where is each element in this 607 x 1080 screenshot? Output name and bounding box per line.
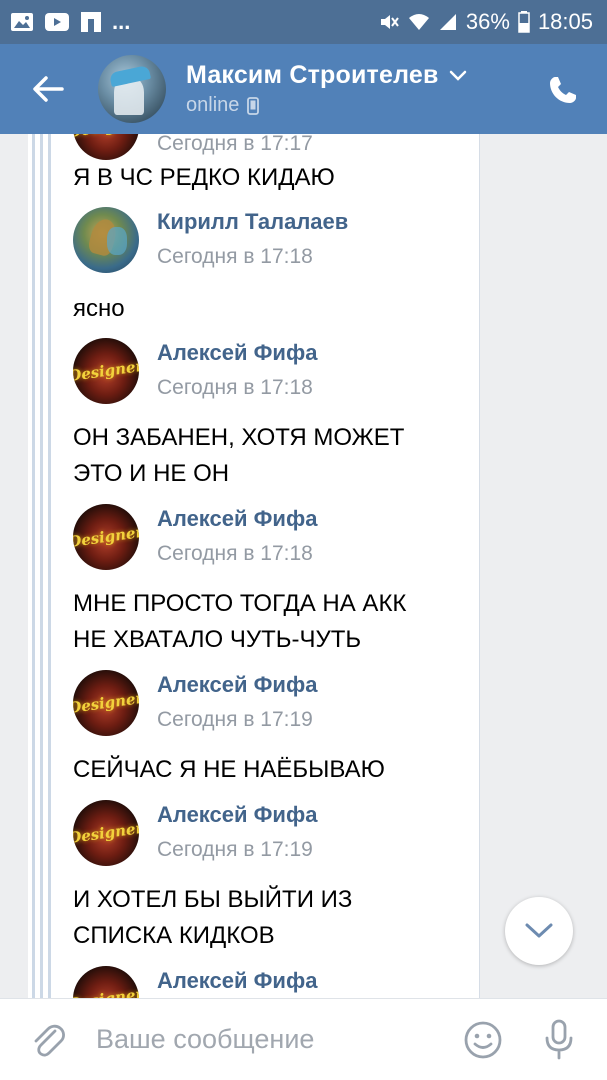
message-header: Кирилл Талалаев Сегодня в 17:18 (73, 207, 473, 277)
message-line: МНЕ ПРОСТО ТОГДА НА АКК (73, 590, 407, 617)
chevron-down-icon (525, 923, 553, 938)
mobile-icon (247, 96, 260, 115)
message-header: Designer Алексей Фифа Сегодня в 17:19 (73, 670, 473, 740)
message-text: И ХОТЕЛ БЫ ВЫЙТИ ИЗ СПИСКА КИДКОВ (73, 882, 463, 954)
message-header: Designer Алексей Фифа Сегодня в 17:18 (73, 504, 473, 574)
voice-message-button[interactable] (537, 1018, 581, 1062)
message-composer (0, 998, 607, 1080)
message-input[interactable] (96, 1024, 461, 1055)
microphone-icon (545, 1019, 573, 1059)
contact-name[interactable]: Максим Строителев (186, 61, 439, 90)
phone-icon (550, 77, 576, 103)
sender-avatar[interactable]: Designer (73, 670, 139, 736)
message-header: Designer Алексей Фифа (73, 966, 473, 998)
message-text: Я В ЧС РЕДКО КИДАЮ (73, 164, 335, 191)
mute-icon (378, 11, 400, 33)
scroll-down-button[interactable] (505, 897, 573, 965)
message-time: Сегодня в 17:18 (157, 542, 313, 565)
forward-line (32, 134, 35, 998)
message-header: Designer Алексей Фифа Сегодня в 17:19 (73, 800, 473, 870)
attach-button[interactable] (0, 999, 96, 1080)
forward-line (40, 134, 43, 998)
message-text: СЕЙЧАС Я НЕ НАЁБЫВАЮ (73, 756, 385, 783)
message-time: Сегодня в 17:17 (157, 134, 313, 155)
message-list[interactable]: Designer Сегодня в 17:17 Я В ЧС РЕДКО КИ… (0, 134, 607, 998)
message-text: ОН ЗАБАНЕН, ХОТЯ МОЖЕТ ЭТО И НЕ ОН (73, 420, 463, 492)
message-time: Сегодня в 17:19 (157, 708, 313, 731)
sender-name[interactable]: Алексей Фифа (157, 340, 317, 366)
sender-name[interactable]: Кирилл Талалаев (157, 209, 348, 235)
sender-name[interactable]: Алексей Фифа (157, 672, 317, 698)
sender-avatar[interactable] (73, 207, 139, 273)
message-text: МНЕ ПРОСТО ТОГДА НА АКК НЕ ХВАТАЛО ЧУТЬ-… (73, 586, 463, 658)
message-time: Сегодня в 17:18 (157, 245, 313, 268)
message-line: И ХОТЕЛ БЫ ВЫЙТИ ИЗ (73, 886, 353, 913)
status-bar: ... 36% 18:05 (0, 0, 607, 44)
sender-avatar[interactable]: Designer (73, 504, 139, 570)
call-button[interactable] (541, 68, 585, 112)
battery-percent: 36% (465, 9, 510, 34)
message-time: Сегодня в 17:18 (157, 376, 313, 399)
clock: 18:05 (537, 9, 593, 34)
system-icons: 36% 18:05 (378, 9, 593, 35)
online-status: online (186, 94, 240, 116)
more-notifications: ... (112, 9, 131, 34)
sender-name[interactable]: Алексей Фифа (157, 802, 317, 828)
message-text: ясно (73, 295, 125, 322)
sender-avatar[interactable]: Designer (73, 966, 139, 998)
sender-avatar[interactable]: Designer (73, 800, 139, 866)
contact-avatar[interactable] (98, 55, 166, 123)
message-line: НЕ ХВАТАЛО ЧУТЬ-ЧУТЬ (73, 626, 362, 653)
chevron-down-icon[interactable] (449, 70, 467, 82)
message-line: ЭТО И НЕ ОН (73, 460, 230, 487)
sender-avatar[interactable]: Designer (73, 134, 139, 160)
youtube-icon (44, 12, 70, 32)
sender-name[interactable]: Алексей Фифа (157, 506, 317, 532)
signal-icon (438, 12, 458, 32)
emoji-icon (464, 1021, 502, 1058)
notification-icons: ... (10, 9, 130, 35)
gallery-icon (10, 12, 34, 32)
flipboard-icon (80, 11, 102, 33)
message-line: ОН ЗАБАНЕН, ХОТЯ МОЖЕТ (73, 424, 405, 451)
message-time: Сегодня в 17:19 (157, 838, 313, 861)
paperclip-icon (34, 1024, 65, 1056)
back-button[interactable] (0, 44, 96, 134)
conversation-header: Максим Строителев online (0, 44, 607, 134)
message-line: СПИСКА КИДКОВ (73, 922, 275, 949)
emoji-button[interactable] (461, 1018, 505, 1062)
back-arrow-icon (33, 76, 64, 102)
forward-line (48, 134, 51, 998)
battery-icon (518, 11, 530, 33)
contact-info[interactable]: Максим Строителев online (186, 61, 467, 117)
sender-name[interactable]: Алексей Фифа (157, 968, 317, 994)
wifi-icon (408, 12, 430, 32)
sender-avatar[interactable]: Designer (73, 338, 139, 404)
message-header: Designer Алексей Фифа Сегодня в 17:18 (73, 338, 473, 408)
